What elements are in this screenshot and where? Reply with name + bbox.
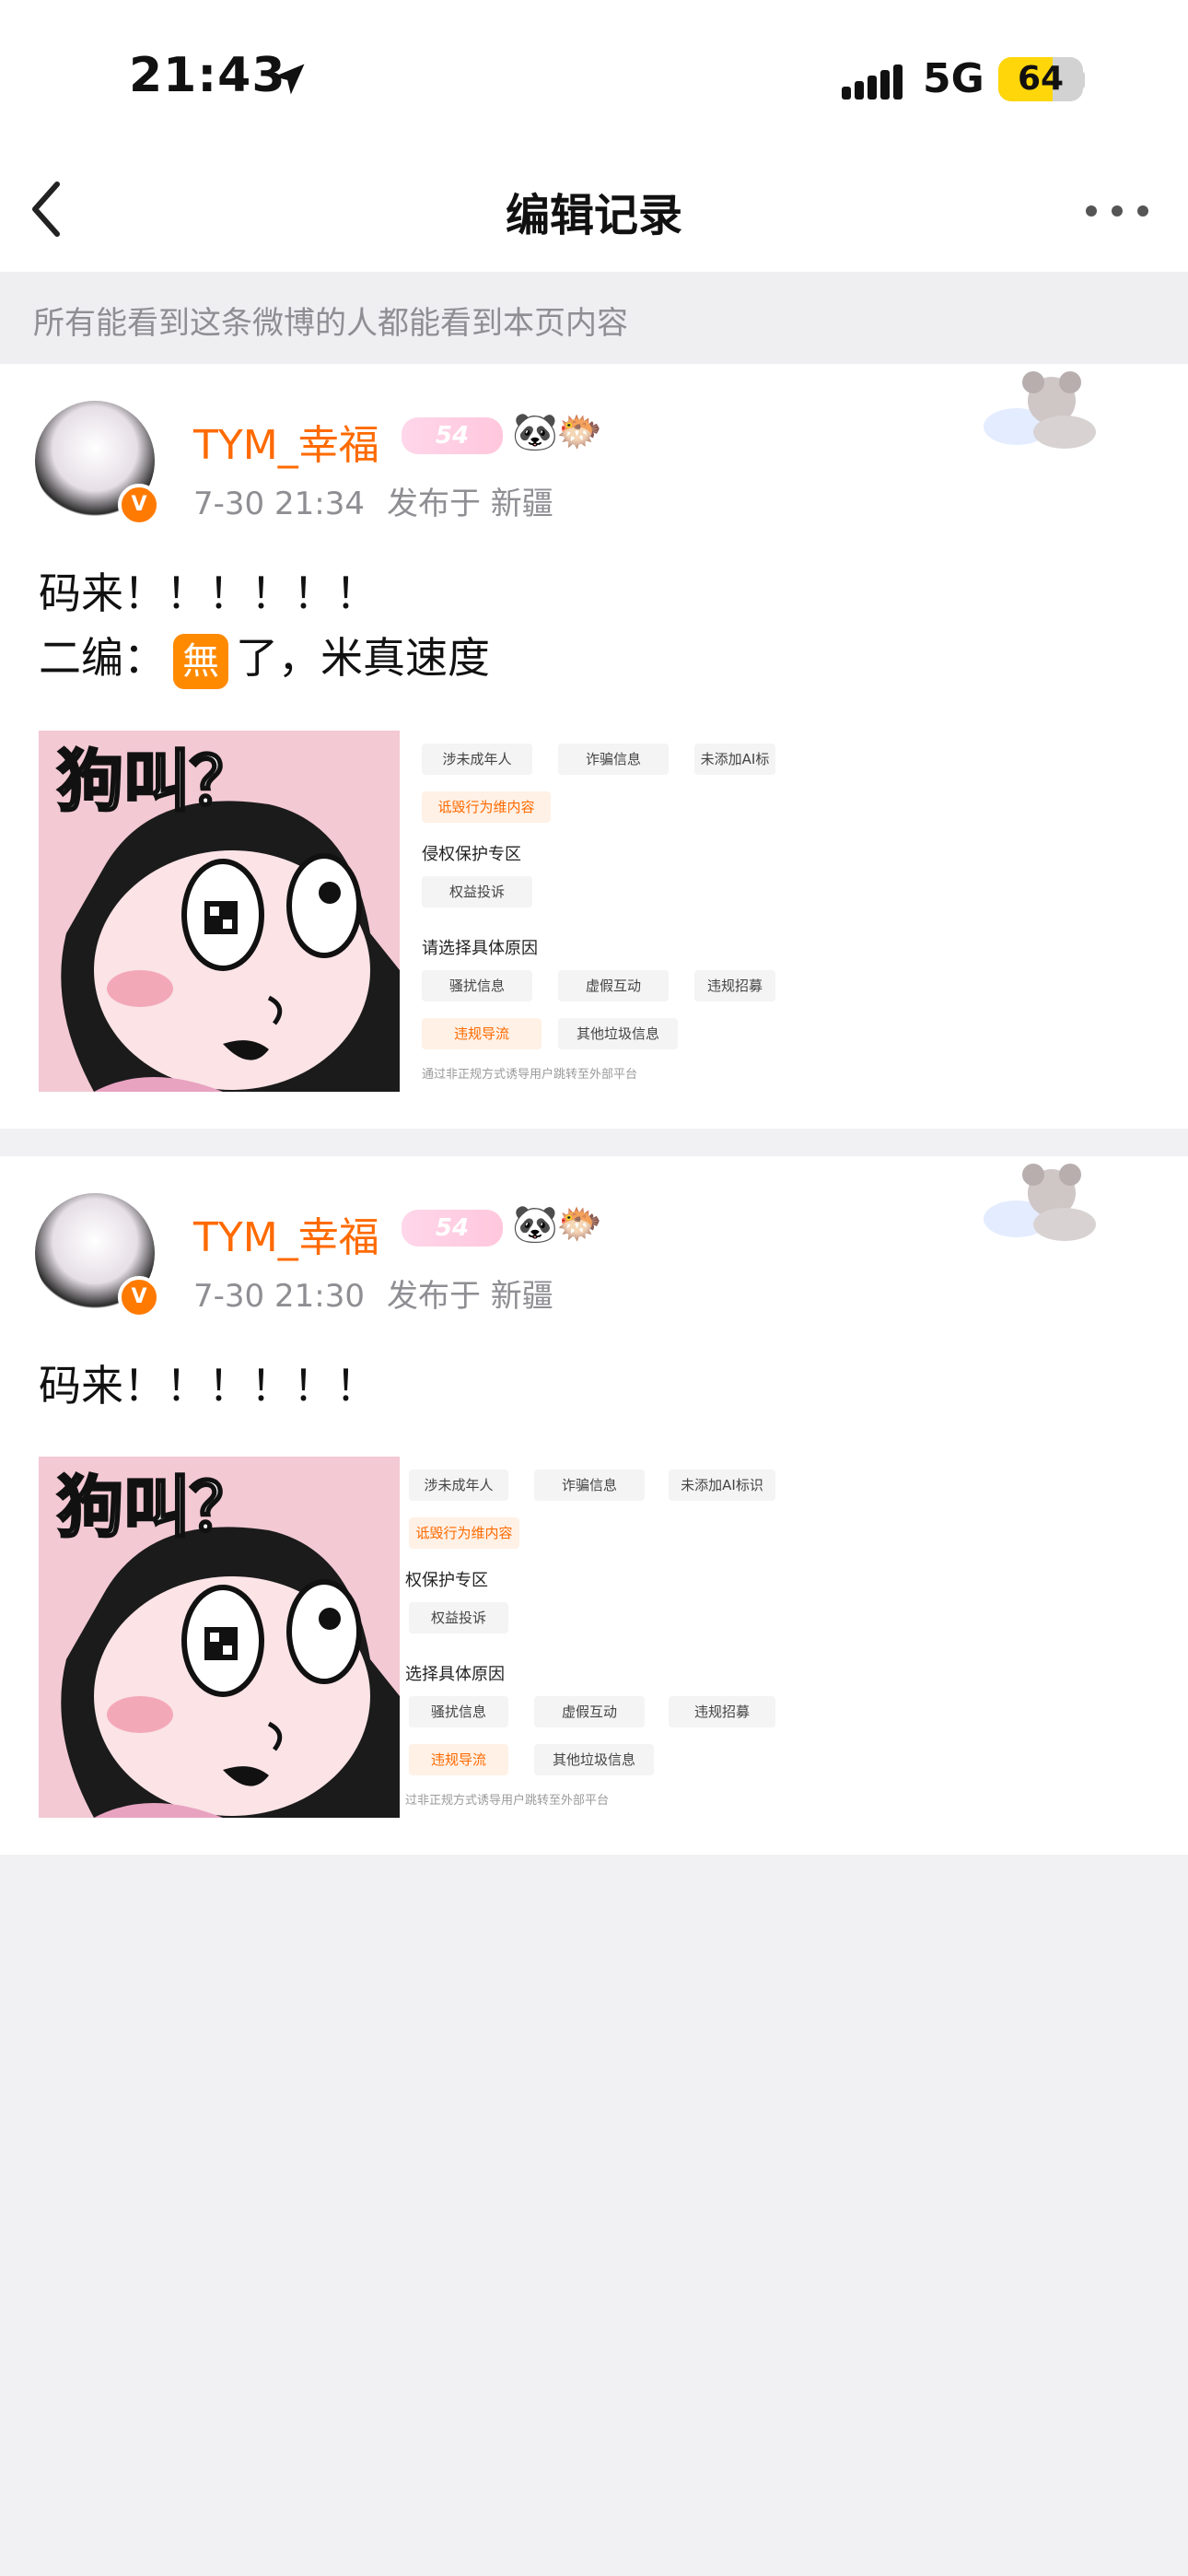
section-title: 选择具体原因 bbox=[405, 1665, 505, 1684]
meme-image[interactable]: 狗叫？ bbox=[39, 731, 400, 1092]
post-location: 发布于 新疆 bbox=[386, 486, 553, 522]
chip: 虚假互动 bbox=[558, 970, 669, 1001]
chip: 其他垃圾信息 bbox=[558, 1018, 678, 1049]
chip: 诈骗信息 bbox=[558, 744, 669, 775]
verified-badge-icon: V bbox=[118, 1276, 160, 1318]
meme-caption: 狗叫？ bbox=[57, 1469, 256, 1546]
post-text-line1: 码来！！！！！！ bbox=[39, 1361, 378, 1411]
edit-record-card: V TYM_幸福 54 🐼 🐡 7-30 21:30 发布于 新疆 码来！！！！！… bbox=[0, 1156, 1188, 1855]
clock: 21:43 bbox=[129, 48, 286, 103]
chip: 权益投诉 bbox=[409, 1602, 508, 1633]
edit-record-card: V TYM_幸福 54 🐼 🐡 7-30 21:34 发布于 新疆 码来！！！！！… bbox=[0, 364, 1188, 1129]
report-screenshot-image[interactable]: 涉未成年人 诈骗信息 未添加AI标 诋毁行为维内容 侵权保护专区 权益投诉 请选… bbox=[400, 731, 775, 1092]
screenshot-hint: 过非正规方式诱导用户跳转至外部平台 bbox=[405, 1794, 610, 1808]
status-bar: 21:43 5G 64 bbox=[0, 0, 1188, 152]
section-title: 侵权保护专区 bbox=[422, 845, 521, 864]
location-arrow-icon bbox=[274, 64, 305, 95]
screenshot-hint: 通过非正规方式诱导用户跳转至外部平台 bbox=[422, 1068, 638, 1082]
card-divider bbox=[0, 1129, 1188, 1156]
chip: 违规招募 bbox=[694, 970, 775, 1001]
chip: 权益投诉 bbox=[422, 876, 532, 907]
more-icon[interactable] bbox=[1085, 205, 1149, 217]
bear-decoration-icon bbox=[984, 1164, 1096, 1241]
network-type: 5G bbox=[923, 55, 984, 102]
section-title: 请选择具体原因 bbox=[422, 939, 538, 958]
bear-decoration-icon bbox=[984, 371, 1096, 449]
username[interactable]: TYM_幸福 bbox=[193, 1204, 379, 1263]
post-location: 发布于 新疆 bbox=[386, 1278, 553, 1315]
wu-emoji-icon: 無 bbox=[173, 633, 228, 689]
battery-cap bbox=[1077, 72, 1085, 88]
meme-image[interactable]: 狗叫？ bbox=[39, 1457, 400, 1818]
level-badge: 54 bbox=[402, 1210, 503, 1247]
page-title: 编辑记录 bbox=[505, 190, 682, 241]
notice-text: 所有能看到这条微博的人都能看到本页内容 bbox=[33, 305, 628, 342]
chip: 涉未成年人 bbox=[409, 1469, 508, 1501]
chip: 未添加AI标 bbox=[694, 744, 775, 775]
chip: 违规招募 bbox=[669, 1696, 775, 1727]
chip: 骚扰信息 bbox=[409, 1696, 508, 1727]
chip: 其他垃圾信息 bbox=[534, 1744, 654, 1775]
fish-badge-icon: 🐡 bbox=[556, 1203, 602, 1246]
section-title: 权保护专区 bbox=[405, 1571, 488, 1590]
visibility-notice: 所有能看到这条微博的人都能看到本页内容 bbox=[0, 272, 1188, 364]
post-meta: 7-30 21:34 发布于 新疆 bbox=[193, 478, 553, 523]
signal-icon bbox=[842, 64, 903, 100]
verified-badge-icon: V bbox=[118, 484, 160, 526]
chip-selected: 诋毁行为维内容 bbox=[422, 791, 551, 823]
chip: 骚扰信息 bbox=[422, 970, 532, 1001]
chip-selected: 违规导流 bbox=[409, 1744, 508, 1775]
chip: 诈骗信息 bbox=[534, 1469, 645, 1501]
meme-illustration: 狗叫？ bbox=[39, 731, 400, 1092]
battery-icon: 64 bbox=[998, 57, 1083, 101]
post-meta: 7-30 21:30 发布于 新疆 bbox=[193, 1270, 553, 1316]
meme-illustration: 狗叫？ bbox=[39, 1457, 400, 1818]
post-text-line2: 二编：無了，米真速度 bbox=[39, 626, 490, 690]
meme-caption: 狗叫？ bbox=[57, 743, 256, 820]
panda-badge-icon: 🐼 bbox=[512, 1203, 558, 1246]
chip-selected: 违规导流 bbox=[422, 1018, 542, 1049]
fish-badge-icon: 🐡 bbox=[556, 411, 602, 453]
post-text: 码来！！！！！！ bbox=[39, 1353, 378, 1418]
level-badge: 54 bbox=[402, 417, 503, 454]
battery-percent: 64 bbox=[1017, 60, 1065, 98]
chip: 虚假互动 bbox=[534, 1696, 645, 1727]
chip-selected: 诋毁行为维内容 bbox=[409, 1517, 519, 1549]
chip: 涉未成年人 bbox=[422, 744, 532, 775]
post-text-line1: 码来！！！！！！ bbox=[39, 568, 378, 618]
report-screenshot-image[interactable]: 涉未成年人 诈骗信息 未添加AI标识 诋毁行为维内容 权保护专区 权益投诉 选择… bbox=[400, 1457, 775, 1818]
post-time: 7-30 21:34 bbox=[193, 486, 365, 522]
post-time: 7-30 21:30 bbox=[193, 1278, 365, 1315]
post-text: 码来！！！！！！ 二编：無了，米真速度 bbox=[39, 561, 490, 690]
panda-badge-icon: 🐼 bbox=[512, 411, 558, 453]
username[interactable]: TYM_幸福 bbox=[193, 412, 379, 471]
chip: 未添加AI标识 bbox=[669, 1469, 775, 1501]
